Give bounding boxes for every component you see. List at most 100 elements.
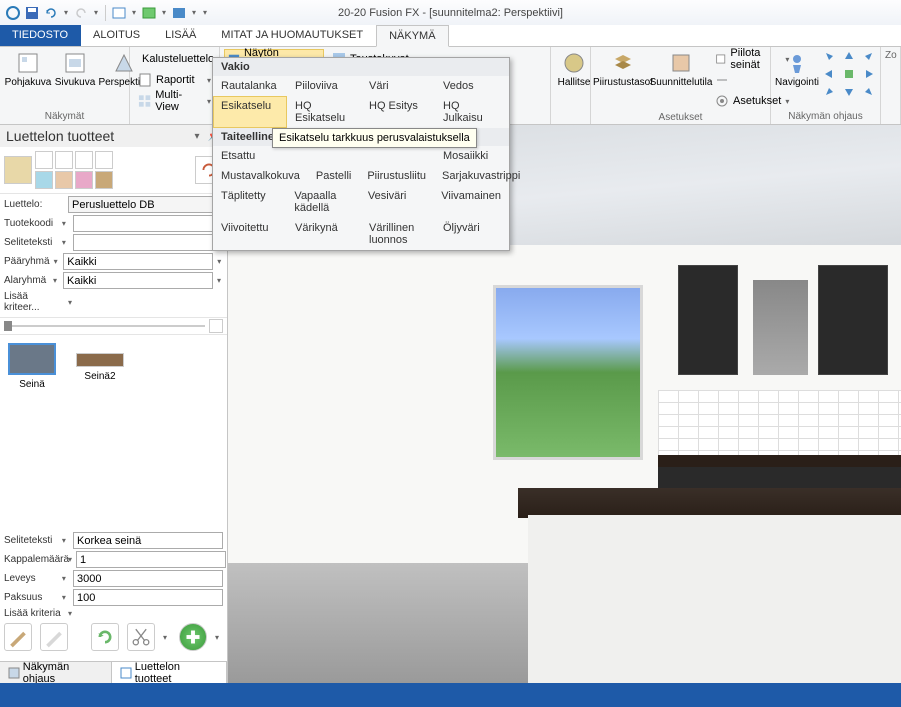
ft-luettelon[interactable]: Luettelon tuotteet (112, 662, 227, 683)
nav-se[interactable] (859, 83, 877, 99)
pt-view5[interactable] (35, 171, 53, 189)
multiview-button[interactable]: Multi-View ▾ (134, 91, 215, 111)
panel-menu-icon[interactable]: ▾ (190, 129, 204, 143)
raportit-button[interactable]: Raportit ▾ (134, 70, 215, 90)
pt-view8[interactable] (95, 171, 113, 189)
dd-piiloviiva[interactable]: Piiloviiva (287, 76, 361, 96)
tab-lisaa[interactable]: LISÄÄ (153, 25, 209, 46)
pt-view4[interactable] (95, 151, 113, 169)
qat-view1-drop[interactable]: ▾ (130, 5, 138, 21)
seliteteksti-drop[interactable]: ▾ (62, 238, 69, 247)
qat-view3-drop[interactable]: ▾ (190, 5, 198, 21)
nav-n[interactable] (840, 49, 858, 65)
tab-aloitus[interactable]: ALOITUS (81, 25, 153, 46)
dd-piirustusliitu[interactable]: Piirustusliitu (359, 166, 434, 186)
qat-view2-icon[interactable] (141, 5, 157, 21)
dd-header-vakio: Vakio (213, 58, 509, 76)
add-button[interactable] (179, 623, 207, 651)
sivukuva-button[interactable]: Sivukuva (54, 49, 96, 110)
dd-vapaalla[interactable]: Vapaalla kädellä (286, 186, 359, 218)
qat-view3-icon[interactable] (171, 5, 187, 21)
alaryhma-drop[interactable]: ▾ (53, 276, 59, 285)
pt-view2[interactable] (55, 151, 73, 169)
dd-mosaiikki[interactable]: Mosaiikki (435, 146, 509, 166)
pt-view7[interactable] (75, 171, 93, 189)
nav-s[interactable] (840, 83, 858, 99)
dd-varillinen[interactable]: Värillinen luonnos (361, 218, 435, 250)
dd-mustavalko[interactable]: Mustavalkokuva (213, 166, 308, 186)
titlebar: ▾ ▾ ▾ ▾ ▾ ▾ 20-20 Fusion FX - [suunnitel… (0, 0, 901, 25)
tab-mitat[interactable]: MITAT JA HUOMAUTUKSET (209, 25, 376, 46)
dd-vedos[interactable]: Vedos (435, 76, 509, 96)
suunnittelutila-button[interactable]: Suunnittelutila (653, 49, 709, 111)
dd-sarjakuva[interactable]: Sarjakuvastrippi (434, 166, 528, 186)
nav-nw[interactable] (821, 49, 839, 65)
dd-oljyvari[interactable]: Öljyväri (435, 218, 509, 250)
pohjakuva-button[interactable]: Pohjakuva (4, 49, 52, 110)
nav-w[interactable] (821, 66, 839, 82)
app-icon[interactable] (5, 5, 21, 21)
alaryhma-select[interactable] (63, 272, 213, 289)
save-icon[interactable] (24, 5, 40, 21)
nav-center[interactable] (840, 66, 858, 82)
paaryhma-select[interactable] (63, 253, 213, 270)
dd-hidden2[interactable] (361, 146, 435, 166)
undo-icon[interactable] (43, 5, 59, 21)
manage-icon (562, 51, 586, 75)
bottom-selite-input[interactable] (73, 532, 223, 549)
tab-file[interactable]: TIEDOSTO (0, 25, 81, 46)
refresh-button[interactable] (91, 623, 119, 651)
cut-button[interactable] (127, 623, 155, 651)
dd-pastelli[interactable]: Pastelli (308, 166, 359, 186)
dd-hidden1[interactable] (287, 146, 361, 166)
dd-hq-esitys[interactable]: HQ Esitys (361, 96, 435, 128)
thumbnail-size-slider[interactable] (0, 317, 227, 335)
kappale-input[interactable] (76, 551, 226, 568)
dd-rautalanka[interactable]: Rautalanka (213, 76, 287, 96)
paksuus-input[interactable] (73, 589, 223, 606)
pt-category-icon[interactable] (4, 156, 32, 184)
navigate-icon (785, 51, 809, 75)
paaryhma-drop[interactable]: ▾ (54, 257, 60, 266)
settings-icon (715, 94, 729, 108)
undo-dropdown-icon[interactable]: ▾ (62, 5, 70, 21)
lisaa-drop[interactable]: ▾ (68, 298, 76, 307)
slider-link-icon[interactable] (209, 319, 223, 333)
nav-ne[interactable] (859, 49, 877, 65)
seliteteksti-input[interactable] (73, 234, 223, 251)
qat-view1-icon[interactable] (111, 5, 127, 21)
dd-vari[interactable]: Väri (361, 76, 435, 96)
tuotekoodi-input[interactable] (73, 215, 223, 232)
redo-dropdown-icon[interactable]: ▾ (92, 5, 100, 21)
dd-etsattu[interactable]: Etsattu (213, 146, 287, 166)
nav-sw[interactable] (821, 83, 839, 99)
edit-erase-button[interactable] (40, 623, 68, 651)
status-bar (0, 683, 901, 707)
pt-view3[interactable] (75, 151, 93, 169)
dd-taplitetty[interactable]: Täplitetty (213, 186, 286, 218)
hallitse-button[interactable]: Hallitse (555, 49, 593, 90)
ft-nakyman[interactable]: Näkymän ohjaus (0, 662, 112, 683)
navigointi-button[interactable]: Navigointi (775, 49, 819, 110)
qat-view2-drop[interactable]: ▾ (160, 5, 168, 21)
kalusteluettelo-button[interactable]: Kalusteluettelo ▾ (134, 49, 215, 69)
dd-viivamainen[interactable]: Viivamainen (433, 186, 509, 218)
tab-nakyma[interactable]: NÄKYMÄ (376, 25, 448, 47)
tuotekoodi-drop[interactable]: ▾ (62, 219, 69, 228)
redo-icon[interactable] (73, 5, 89, 21)
dd-varikyna[interactable]: Värikynä (287, 218, 361, 250)
edit-draw-button[interactable] (4, 623, 32, 651)
layers-icon (611, 51, 635, 75)
dd-viivoitettu[interactable]: Viivoitettu (213, 218, 287, 250)
dd-vesivari[interactable]: Vesiväri (360, 186, 433, 218)
piirustustasot-button[interactable]: Piirustustasot (595, 49, 651, 111)
leveys-input[interactable] (73, 570, 223, 587)
dd-esikatselu[interactable]: Esikatselu (213, 96, 287, 128)
pt-view6[interactable] (55, 171, 73, 189)
pt-view1[interactable] (35, 151, 53, 169)
dd-hq-julkaisu[interactable]: HQ Julkaisu (435, 96, 509, 128)
dd-hq-esikatselu[interactable]: HQ Esikatselu (287, 96, 361, 128)
luettelo-select[interactable] (68, 196, 223, 213)
nav-e[interactable] (859, 66, 877, 82)
qat-customize-drop[interactable]: ▾ (201, 5, 209, 21)
